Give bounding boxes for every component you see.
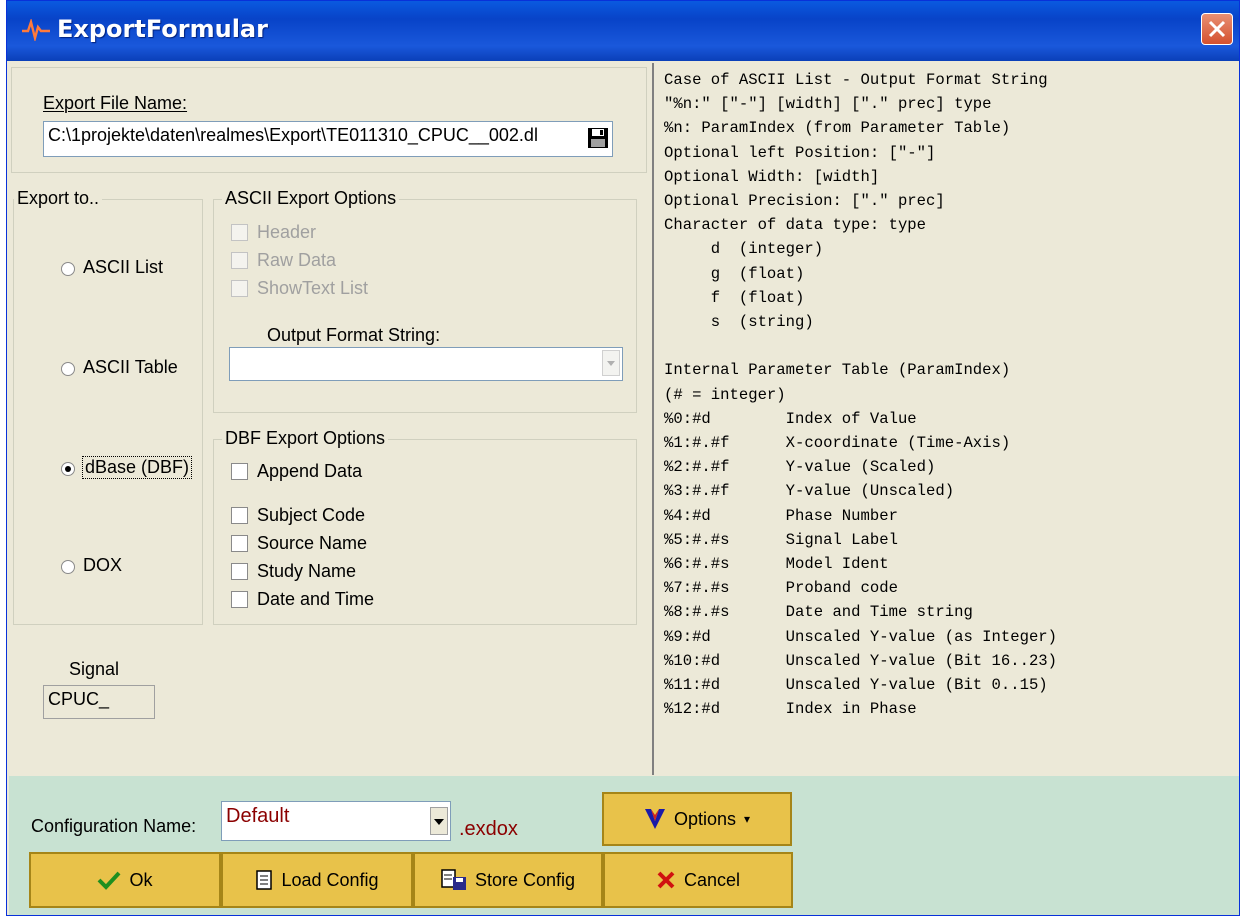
chevron-down-icon: [607, 361, 615, 366]
save-icon[interactable]: [587, 127, 609, 149]
checkmark-icon: [98, 871, 121, 890]
help-line: %5:#.#s Signal Label: [664, 530, 898, 549]
source-name-checkbox[interactable]: [231, 535, 248, 552]
options-label: Options: [673, 808, 736, 829]
help-line: %4:#d Phase Number: [664, 506, 898, 525]
store-config-label: Store Config: [474, 869, 576, 890]
output-format-label: Output Format String:: [267, 325, 441, 345]
dbf-options-title: DBF Export Options: [222, 428, 389, 449]
output-format-arrow[interactable]: [602, 350, 620, 376]
ok-button[interactable]: Ok: [29, 852, 221, 908]
help-line: d (integer): [664, 240, 824, 259]
show-text-list-label: ShowText List: [257, 278, 369, 298]
config-extension: .exdox: [459, 818, 518, 840]
source-name-label[interactable]: Source Name: [257, 533, 367, 554]
raw-data-checkbox[interactable]: [231, 252, 248, 269]
date-time-checkbox[interactable]: [231, 591, 248, 608]
help-line: Optional left Position: ["-"]: [664, 143, 936, 162]
help-line: Internal Parameter Table (ParamIndex): [664, 361, 1011, 380]
signal-field: CPUC_: [43, 685, 155, 719]
help-line: %10:#d Unscaled Y-value (Bit 16..23): [664, 651, 1058, 670]
options-button[interactable]: Options ▾: [602, 792, 792, 846]
help-line: s (string): [664, 313, 814, 331]
help-line: %1:#.#f X-coordinate (Time-Axis): [664, 434, 1011, 452]
help-line: %8:#.#s Date and Time string: [664, 603, 973, 622]
radio-ascii-table[interactable]: [61, 362, 75, 376]
study-name-label[interactable]: Study Name: [257, 561, 356, 582]
header-label: Header: [257, 222, 317, 242]
export-dialog: ExportFormular Export File Name: C:\1pro…: [6, 0, 1240, 916]
export-to-title: Export to..: [14, 188, 103, 209]
config-name-select[interactable]: Default: [221, 801, 451, 841]
subject-code-label[interactable]: Subject Code: [257, 505, 365, 526]
options-logo-icon: [644, 809, 665, 829]
config-name-arrow[interactable]: [430, 807, 448, 835]
config-name-label: Configuration Name:: [31, 816, 197, 836]
cancel-button[interactable]: Cancel: [603, 852, 793, 908]
save-document-icon: [441, 869, 466, 890]
help-line: %3:#.#f Y-value (Unscaled): [664, 482, 955, 501]
close-button[interactable]: [1201, 13, 1233, 45]
show-text-list-checkbox[interactable]: [231, 280, 248, 297]
radio-dbase-label[interactable]: dBase (DBF): [81, 456, 193, 479]
help-line: %12:#d Index in Phase: [664, 700, 917, 719]
dropdown-arrow-icon: ▾: [744, 812, 751, 826]
ascii-options-title: ASCII Export Options: [222, 188, 400, 209]
footer-bar: Configuration Name: Default .exdox Optio…: [9, 776, 1239, 915]
radio-dox-label[interactable]: DOX: [83, 555, 122, 576]
help-line: %0:#d Index of Value: [664, 409, 917, 428]
help-line: %n: ParamIndex (from Parameter Table): [664, 119, 1011, 138]
raw-data-label: Raw Data: [257, 250, 337, 270]
title-bar[interactable]: ExportFormular: [7, 1, 1239, 61]
radio-ascii-list-label[interactable]: ASCII List: [83, 257, 163, 278]
waveform-icon: [22, 19, 50, 41]
help-line: Character of data type: type: [664, 216, 927, 235]
close-icon: [1208, 20, 1226, 38]
config-name-value: Default: [226, 805, 290, 827]
format-help-panel: Case of ASCII List - Output Format Strin…: [652, 63, 1239, 775]
store-config-button[interactable]: Store Config: [413, 852, 603, 908]
radio-dbase[interactable]: [61, 462, 75, 476]
append-data-checkbox[interactable]: [231, 463, 248, 480]
help-line: "%n:" ["-"] [width] ["." prec] type: [664, 95, 992, 114]
radio-dox[interactable]: [61, 560, 75, 574]
chevron-down-icon: [434, 819, 444, 825]
subject-code-checkbox[interactable]: [231, 507, 248, 524]
study-name-checkbox[interactable]: [231, 563, 248, 580]
help-line: %9:#d Unscaled Y-value (as Integer): [664, 627, 1058, 646]
help-line: f (float): [664, 288, 805, 307]
help-line: Case of ASCII List - Output Format Strin…: [664, 71, 1048, 89]
append-data-label[interactable]: Append Data: [257, 461, 362, 482]
help-line: %11:#d Unscaled Y-value (Bit 0..15): [664, 676, 1048, 694]
help-line: Optional Width: [width]: [664, 167, 880, 186]
help-line: (# = integer): [664, 385, 786, 404]
header-checkbox[interactable]: [231, 224, 248, 241]
help-line: g (float): [664, 264, 805, 283]
load-config-label: Load Config: [281, 869, 379, 890]
signal-label: Signal: [69, 659, 120, 679]
help-line: %2:#.#f Y-value (Scaled): [664, 458, 936, 477]
cancel-label: Cancel: [683, 869, 741, 890]
window-title: ExportFormular: [57, 15, 268, 43]
export-file-input[interactable]: C:\1projekte\daten\realmes\Export\TE0113…: [43, 121, 613, 157]
cross-icon: [657, 871, 675, 889]
output-format-select[interactable]: [229, 347, 623, 381]
radio-ascii-table-label[interactable]: ASCII Table: [83, 357, 178, 378]
date-time-label[interactable]: Date and Time: [257, 589, 374, 610]
document-icon: [256, 870, 273, 890]
file-section: [11, 67, 647, 173]
ok-label: Ok: [129, 869, 153, 890]
load-config-button[interactable]: Load Config: [221, 852, 413, 908]
help-line: %7:#.#s Proband code: [664, 579, 898, 598]
export-file-label: Export File Name:: [43, 93, 188, 113]
radio-ascii-list[interactable]: [61, 262, 75, 276]
help-line: %6:#.#s Model Ident: [664, 555, 889, 573]
help-line: Optional Precision: ["." prec]: [664, 192, 945, 210]
